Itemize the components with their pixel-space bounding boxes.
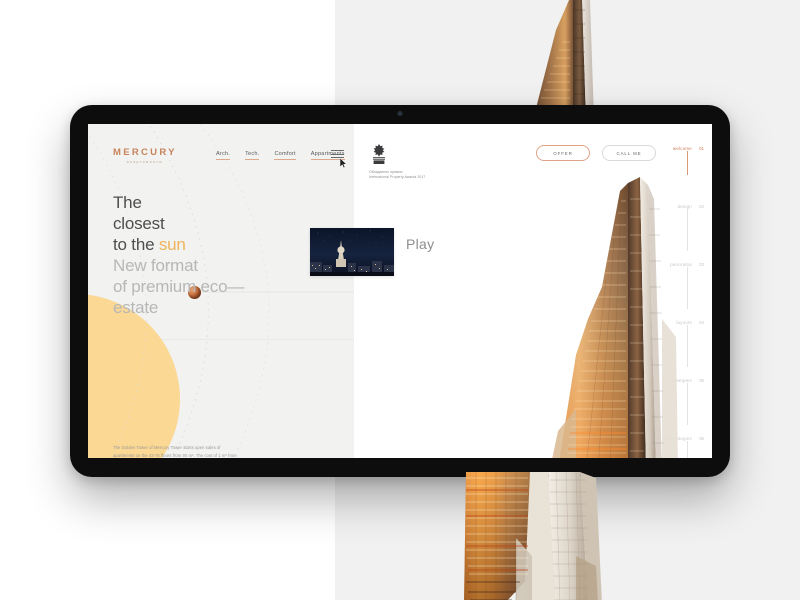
headline-line-3: to the sun (113, 234, 244, 255)
headline-line-4: New format (113, 256, 198, 276)
sidenav-item-design[interactable]: design 02 (628, 202, 704, 251)
main-navigation: Arch. Tech. Comfort Appartments (216, 151, 345, 160)
sidenav-item-panorama[interactable]: panorama 03 (628, 260, 704, 309)
sidenav-spacer (628, 442, 704, 458)
sidenav-item-welcome[interactable]: welcome 01 (628, 144, 704, 175)
logo-subtitle: апартаменты (126, 160, 164, 164)
hamburger-bar (331, 153, 344, 155)
sidenav-item-technologies[interactable]: technologies 06 (628, 434, 704, 458)
sidenav-number: 01 (699, 145, 704, 151)
sidenav-number: 02 (699, 203, 704, 209)
sidenav-progress-bar (686, 267, 688, 309)
sidenav-progress-bar (686, 209, 688, 251)
sidenav-progress-bar (686, 325, 688, 367)
tablet-device: MERCURY апартаменты Arch. Tech. Comfort … (70, 105, 730, 477)
sidenav-spacer (628, 268, 704, 318)
sidenav-spacer (628, 152, 704, 202)
sidenav-label: welcome (672, 145, 692, 151)
headline-accent-word: sun (158, 235, 186, 255)
headline-line-1: The (113, 193, 142, 212)
sidenav-label: design (677, 203, 692, 209)
sidenav-label: layouts (676, 319, 692, 325)
sidenav-number: 03 (699, 261, 704, 267)
play-label[interactable]: Play (406, 236, 434, 252)
tablet-screen: MERCURY апартаменты Arch. Tech. Comfort … (88, 124, 712, 458)
sidenav-number: 05 (699, 377, 704, 383)
sidenav-progress-bar (686, 441, 688, 458)
sidenav-label: examples (671, 377, 692, 383)
mouse-cursor-icon (340, 158, 347, 168)
headline-line-2: closest (113, 214, 165, 234)
sidenav-spacer (628, 326, 704, 376)
awards-badge (369, 143, 389, 165)
page-title: The closest to the sun New format of pre… (113, 192, 244, 318)
sidenav-item-layouts[interactable]: layouts 04 (628, 318, 704, 367)
headline-line-3-pre: to the (113, 235, 159, 255)
site-logo[interactable]: MERCURY апартаменты (113, 147, 177, 164)
awards-line-2: International Property Awards 2017 (369, 175, 426, 180)
sidenav-label: technologies (664, 435, 692, 441)
sidenav-progress-bar (686, 383, 688, 425)
awards-text: Обладатель премии International Property… (369, 170, 425, 181)
sidenav-spacer (628, 210, 704, 260)
hamburger-bar (331, 150, 344, 152)
sidenav-item-examples[interactable]: examples 05 (628, 376, 704, 425)
nav-item-comfort[interactable]: Comfort (274, 151, 296, 160)
camera-icon (397, 111, 403, 116)
headline-line-5: of premium eco— (113, 277, 245, 297)
nav-item-arch[interactable]: Arch. (216, 151, 231, 160)
section-navigation: welcome 01 design 02 panorama 03 layouts… (628, 144, 704, 458)
headline-line-6: estate (113, 298, 159, 318)
award-crest-icon (373, 144, 385, 164)
sidenav-progress-bar (686, 151, 688, 175)
logo-text: MERCURY (113, 147, 177, 158)
sidenav-label: panorama (670, 261, 692, 267)
play-video-thumbnail[interactable] (310, 228, 394, 276)
sidenav-spacer (628, 384, 704, 434)
offer-button[interactable]: OFFER (536, 145, 590, 161)
nav-item-tech[interactable]: Tech. (245, 151, 260, 160)
sidenav-number: 06 (699, 435, 704, 441)
sidenav-number: 04 (699, 319, 704, 325)
description-text: The Golden Tower of Mercury Tower starts… (113, 445, 237, 458)
